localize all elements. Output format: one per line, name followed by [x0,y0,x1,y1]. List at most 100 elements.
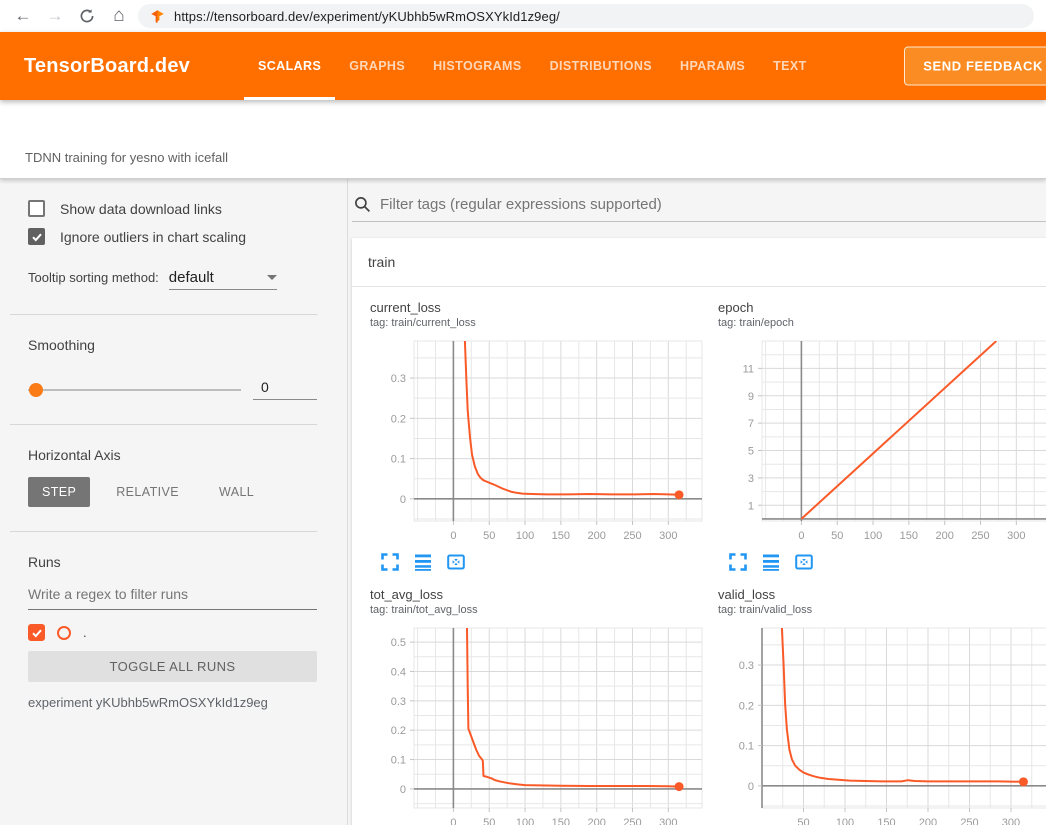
svg-text:100: 100 [864,530,882,542]
svg-text:1: 1 [748,500,754,512]
tab-hparams[interactable]: HPARAMS [666,32,759,100]
svg-text:0.4: 0.4 [391,666,406,678]
chart-tag: tag: train/epoch [710,316,1046,331]
svg-text:300: 300 [1002,817,1020,825]
svg-text:0.1: 0.1 [391,454,406,466]
tab-histograms[interactable]: HISTOGRAMS [419,32,536,100]
chart-card-epoch: epoch tag: train/epoch 05010015020025030… [710,299,1046,572]
url-text: https://tensorboard.dev/experiment/yKUbh… [174,9,560,24]
svg-text:250: 250 [623,530,641,542]
svg-text:7: 7 [748,418,754,430]
run-row[interactable]: . [28,624,317,641]
svg-text:250: 250 [623,817,641,825]
tab-text[interactable]: TEXT [759,32,821,100]
svg-text:0.3: 0.3 [391,373,406,385]
brand-logo[interactable]: TensorBoard.dev [0,55,190,78]
svg-text:150: 150 [552,530,570,542]
checkbox-unchecked-icon[interactable] [28,200,45,217]
chart-card-tot-avg-loss: tot_avg_loss tag: train/tot_avg_loss 050… [362,586,710,825]
svg-text:0.5: 0.5 [391,637,406,649]
log-scale-icon[interactable] [413,552,433,572]
svg-text:0: 0 [748,781,754,793]
search-icon [354,196,371,213]
slider-thumb[interactable] [29,383,43,397]
scalar-chart[interactable]: 05010015020025030000.10.20.30.40.5 [362,622,710,825]
toggle-all-runs-button[interactable]: TOGGLE ALL RUNS [28,651,317,682]
show-download-links-checkbox[interactable]: Show data download links [28,200,317,217]
send-feedback-button[interactable]: SEND FEEDBACK [904,47,1046,86]
scalar-chart[interactable]: 0501001502002503001357911 [710,335,1046,550]
svg-text:250: 250 [971,530,989,542]
axis-step-button[interactable]: STEP [28,477,90,507]
smoothing-label: Smoothing [28,337,317,353]
tag-group-card: train current_loss tag: train/current_lo… [352,238,1046,825]
chart-title: epoch [710,299,1046,316]
tooltip-sort-label: Tooltip sorting method: [28,270,159,285]
checkbox-checked-icon[interactable] [28,228,45,245]
chart-card-valid-loss: valid_loss tag: train/valid_loss 5010015… [710,586,1046,825]
axis-relative-button[interactable]: RELATIVE [102,477,193,507]
reload-icon[interactable] [74,3,100,29]
filter-tags-input[interactable] [380,196,1046,213]
expand-card-icon[interactable] [380,552,400,572]
chart-title: tot_avg_loss [362,586,710,603]
svg-text:0.1: 0.1 [739,741,754,753]
scalar-chart[interactable]: 05010015020025030000.10.20.3 [362,335,710,550]
svg-text:200: 200 [588,817,606,825]
horizontal-axis-label: Horizontal Axis [28,447,317,463]
svg-text:0.2: 0.2 [391,725,406,737]
main-nav: SCALARS GRAPHS HISTOGRAMS DISTRIBUTIONS … [244,32,821,100]
chevron-down-icon [267,275,277,280]
experiment-title: TDNN training for yesno with icefall [25,150,228,165]
run-color-swatch [57,626,71,640]
axis-wall-button[interactable]: WALL [205,477,268,507]
svg-text:200: 200 [919,817,937,825]
chart-tag: tag: train/current_loss [362,316,710,331]
tag-group-label: train [368,254,395,270]
chart-title: current_loss [362,299,710,316]
svg-text:300: 300 [659,530,677,542]
svg-text:3: 3 [748,473,754,485]
svg-text:200: 200 [588,530,606,542]
tag-group-header[interactable]: train [352,238,1046,287]
ignore-outliers-label: Ignore outliers in chart scaling [60,229,246,245]
svg-text:100: 100 [516,530,534,542]
tooltip-sort-dropdown[interactable]: default [169,269,277,290]
log-scale-icon[interactable] [761,552,781,572]
svg-text:9: 9 [748,391,754,403]
divider [10,531,317,532]
scalar-chart[interactable]: 5010015020025030000.10.20.3 [710,622,1046,825]
svg-text:11: 11 [743,363,754,375]
svg-text:0.3: 0.3 [739,660,754,672]
address-bar[interactable]: https://tensorboard.dev/experiment/yKUbh… [138,4,1034,28]
forward-icon[interactable]: → [42,3,68,29]
home-icon[interactable]: ⌂ [106,3,132,29]
experiment-id-text: experiment yKUbhb5wRmOSXYkId1z9eg [28,695,317,710]
smoothing-value-field[interactable]: 0 [253,379,317,400]
svg-text:300: 300 [1007,530,1025,542]
chart-tag: tag: train/tot_avg_loss [362,603,710,618]
browser-toolbar: ← → ⌂ https://tensorboard.dev/experiment… [0,0,1046,32]
ignore-outliers-checkbox[interactable]: Ignore outliers in chart scaling [28,228,317,245]
run-checkbox-icon[interactable] [28,624,45,641]
svg-text:0.3: 0.3 [391,696,406,708]
smoothing-slider[interactable] [28,389,241,391]
show-download-links-label: Show data download links [60,201,222,217]
fit-domain-icon[interactable] [446,552,466,572]
chart-grid: current_loss tag: train/current_loss 0 5 0… [352,287,1046,825]
back-icon[interactable]: ← [10,3,36,29]
tab-distributions[interactable]: DISTRIBUTIONS [536,32,666,100]
settings-sidebar: Show data download links Ignore outliers… [0,178,348,825]
run-name: . [83,625,87,640]
tab-graphs[interactable]: GRAPHS [335,32,419,100]
svg-text:5: 5 [748,446,754,458]
tab-scalars[interactable]: SCALARS [244,32,335,100]
runs-filter-input[interactable] [28,580,317,610]
svg-text:0.2: 0.2 [391,413,406,425]
experiment-title-bar: TDNN training for yesno with icefall [0,100,1046,178]
svg-text:250: 250 [960,817,978,825]
fit-domain-icon[interactable] [794,552,814,572]
chart-title: valid_loss [710,586,1046,603]
expand-card-icon[interactable] [728,552,748,572]
svg-text:100: 100 [836,817,854,825]
